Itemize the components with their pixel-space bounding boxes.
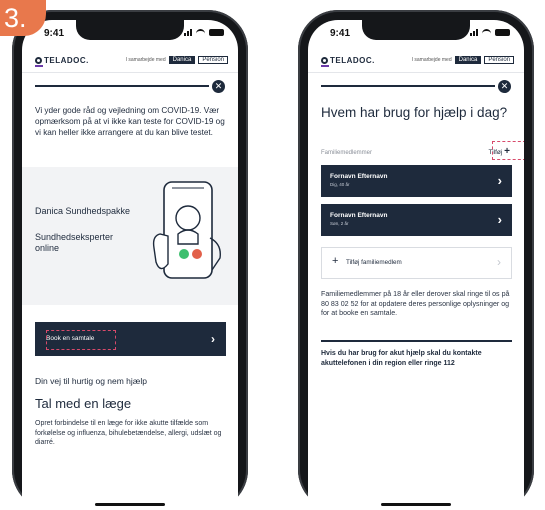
close-icon[interactable]: ✕: [212, 80, 225, 93]
chevron-right-icon: ›: [497, 212, 502, 227]
phone-frame-left: 9:41 TELADOC. I samarbejde med Danica Pe…: [12, 10, 248, 510]
plus-icon: +: [332, 255, 339, 267]
chevron-right-icon: ›: [211, 332, 215, 346]
page-title: Hvem har brug for hjælp i dag?: [321, 105, 508, 120]
family-section-label: Familiemedlemmer: [321, 150, 373, 156]
battery-icon: [209, 29, 224, 36]
teladoc-logo: TELADOC.: [35, 56, 89, 65]
member-detail: Søn, 2 år: [330, 221, 349, 226]
phone-screen-left: 9:41 TELADOC. I samarbejde med Danica Pe…: [22, 20, 238, 510]
status-time: 9:41: [44, 28, 65, 39]
signal-icon: [470, 29, 478, 36]
way-heading: Din vej til hurtig og nem hjælp: [35, 376, 147, 386]
status-time: 9:41: [330, 28, 351, 39]
wifi-icon: [196, 29, 205, 36]
member-name: Fornavn Efternavn: [330, 212, 388, 219]
chevron-right-icon: ›: [497, 173, 502, 188]
add-member-card[interactable]: + Tilføj familiemedlem ›: [321, 247, 512, 279]
logo-ring-icon: [35, 57, 42, 64]
wifi-icon: [482, 29, 491, 36]
battery-icon: [495, 29, 510, 36]
member-card[interactable]: Fornavn Efternavn Dig, 40 år ›: [321, 165, 512, 197]
divider-with-close: ✕: [321, 80, 511, 93]
highlight-box: [46, 330, 116, 350]
partner-brand: Danica: [168, 56, 196, 64]
covid-intro-text: Vi yder gode råd og vejledning om COVID-…: [35, 106, 225, 137]
member-name: Fornavn Efternavn: [330, 173, 388, 180]
phone-frame-right: 9:41 TELADOC. I samarbejde med Danica Pe…: [298, 10, 534, 510]
phone-call-illustration: [152, 181, 221, 279]
logo-underline: [35, 65, 43, 67]
section-divider: [321, 340, 512, 342]
phone-notch: [76, 20, 184, 40]
partner-logo: I samarbejde med Danica Pension: [126, 56, 228, 64]
divider-with-close: ✕: [35, 80, 225, 93]
partner-logo: I samarbejde med Danica Pension: [412, 56, 514, 64]
adult-member-info: Familiemedlemmer på 18 år eller derover …: [321, 290, 510, 317]
highlight-box: [492, 141, 524, 160]
signal-icon: [184, 29, 192, 36]
partner-text: I samarbejde med: [125, 57, 166, 63]
logo-ring-icon: [321, 57, 328, 64]
app-header: TELADOC. I samarbejde med Danica Pension: [22, 50, 238, 73]
partner-sub: Pension: [198, 56, 228, 64]
doctor-description: Opret forbindelse til en læge for ikke a…: [35, 420, 222, 446]
phone-notch: [362, 20, 470, 40]
partner-brand: Danica: [454, 56, 482, 64]
logo-underline: [321, 65, 329, 67]
close-icon[interactable]: ✕: [498, 80, 511, 93]
teladoc-logo: TELADOC.: [321, 56, 375, 65]
member-detail: Dig, 40 år: [330, 182, 350, 187]
phone-screen-right: 9:41 TELADOC. I samarbejde med Danica Pe…: [308, 20, 524, 510]
header-rule: [321, 85, 495, 87]
doctor-heading: Tal med en læge: [35, 396, 132, 411]
member-card[interactable]: Fornavn Efternavn Søn, 2 år ›: [321, 204, 512, 236]
header-rule: [35, 85, 209, 87]
partner-text: I samarbejde med: [411, 57, 452, 63]
partner-sub: Pension: [484, 56, 514, 64]
package-subtitle: Sundhedseksperter online: [35, 232, 114, 253]
chevron-right-icon: ›: [497, 255, 501, 269]
app-header: TELADOC. I samarbejde med Danica Pension: [308, 50, 524, 73]
emergency-info: Hvis du har brug for akut hjælp skal du …: [321, 350, 482, 367]
add-member-label: Tilføj familiemedlem: [346, 259, 402, 266]
